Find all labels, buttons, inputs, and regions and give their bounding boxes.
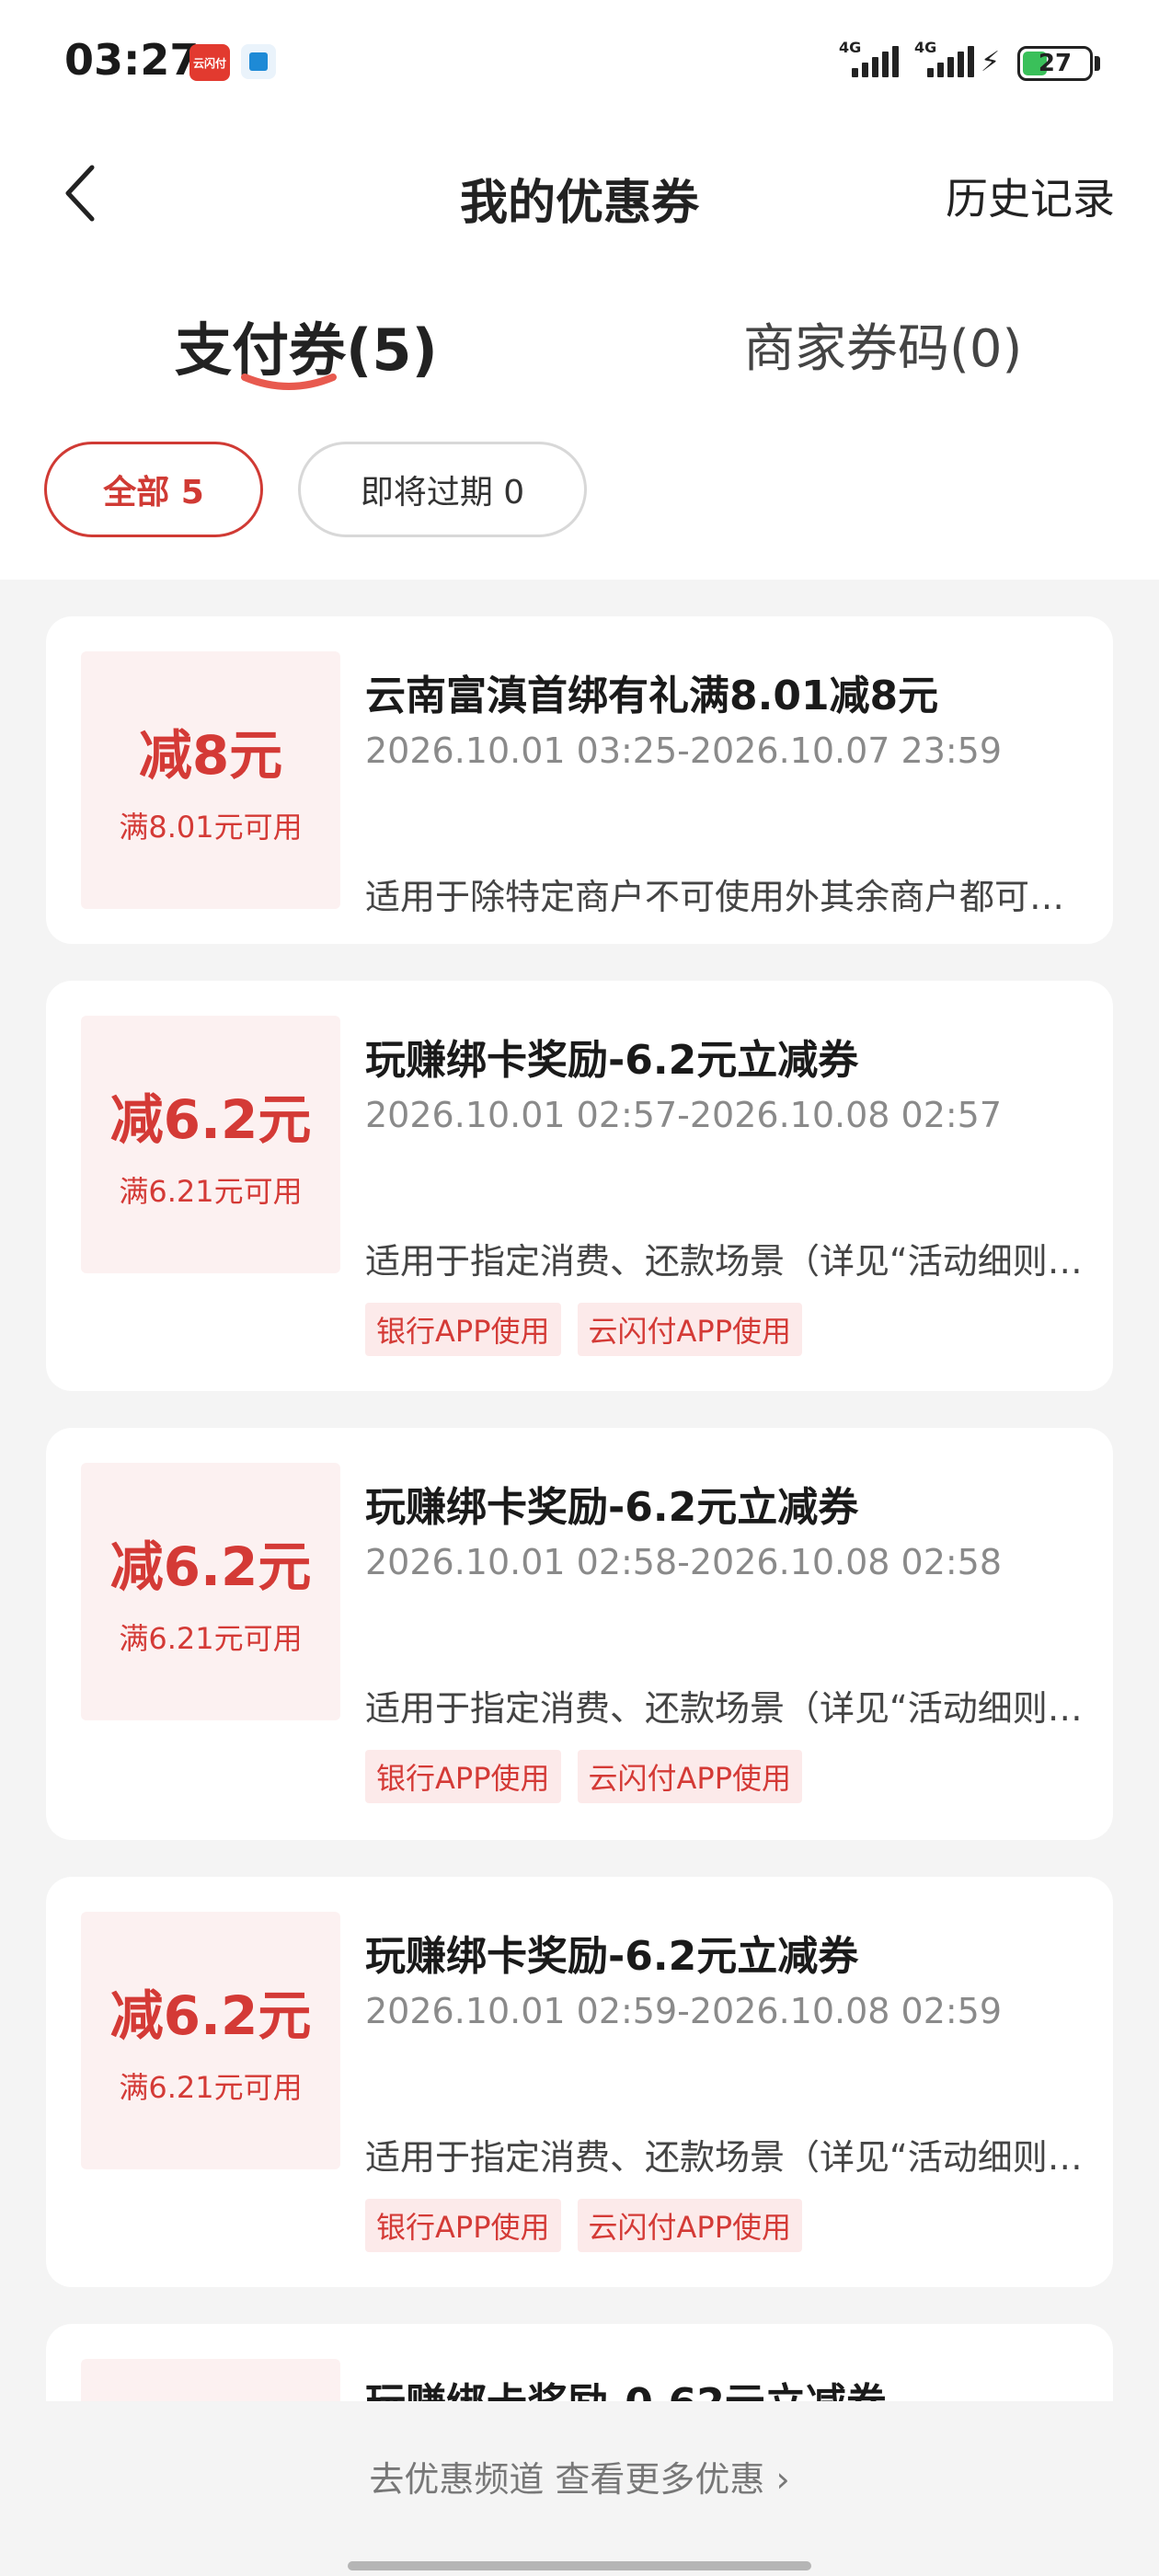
bank-app-tag: 银行APP使用 bbox=[365, 1303, 561, 1356]
coupon-amount: 减8元 bbox=[138, 724, 283, 787]
coupon-title: 玩赚绑卡奖励-6.2元立减券 bbox=[365, 1484, 859, 1531]
active-tab-indicator bbox=[241, 374, 337, 390]
coupon-card[interactable]: 减6.2元 满6.21元可用 玩赚绑卡奖励-6.2元立减券 2026.10.01… bbox=[46, 1428, 1113, 1840]
notification-app-icon bbox=[241, 44, 276, 79]
coupon-description: 适用于指定消费、还款场景（详见“活动细则”） bbox=[365, 2137, 1092, 2178]
coupon-card[interactable]: 减6.2元 满6.21元可用 玩赚绑卡奖励-6.2元立减券 2026.10.01… bbox=[46, 1877, 1113, 2287]
history-button[interactable]: 历史记录 bbox=[946, 166, 1115, 226]
more-offers-link[interactable]: 去优惠频道 查看更多优惠 › bbox=[0, 2451, 1159, 2501]
network-type-label: 4G bbox=[839, 39, 862, 56]
coupon-amount: 减6.2元 bbox=[109, 1984, 312, 2047]
coupon-title: 玩赚绑卡奖励-6.2元立减券 bbox=[365, 1933, 859, 1980]
coupon-amount: 减6.2元 bbox=[109, 1535, 312, 1598]
network-type-label: 4G bbox=[914, 39, 937, 56]
coupon-title: 玩赚绑卡奖励-6.2元立减券 bbox=[365, 1037, 859, 1084]
coupon-validity: 2026.10.01 02:58-2026.10.08 02:58 bbox=[365, 1542, 1003, 1582]
status-bar: 03:27 云闪付 4G 4G ⚡ 27 bbox=[0, 0, 1159, 120]
bank-app-tag: 银行APP使用 bbox=[365, 2199, 561, 2252]
unionpay-app-tag: 云闪付APP使用 bbox=[577, 2199, 802, 2252]
tab-merchant-codes[interactable]: 商家券码(0) bbox=[743, 307, 1022, 382]
home-indicator[interactable] bbox=[348, 2561, 811, 2570]
coupon-amount-box: 减8元 满8.01元可用 bbox=[81, 651, 340, 909]
filter-all-chip[interactable]: 全部 5 bbox=[44, 442, 263, 537]
coupon-description: 适用于指定消费、还款场景（详见“活动细则”） bbox=[365, 1241, 1092, 1282]
coupon-condition: 满6.21元可用 bbox=[119, 2070, 303, 2105]
status-time: 03:27 bbox=[64, 35, 200, 85]
coupon-card[interactable]: 减6.2元 满6.21元可用 玩赚绑卡奖励-6.2元立减券 2026.10.01… bbox=[46, 981, 1113, 1391]
coupon-amount: 减6.2元 bbox=[109, 1088, 312, 1151]
coupon-description: 适用于除特定商户不可使用外其余商户都可使用 bbox=[365, 877, 1092, 917]
coupon-tags: 银行APP使用 云闪付APP使用 bbox=[365, 1750, 802, 1803]
coupon-condition: 满6.21元可用 bbox=[119, 1174, 303, 1209]
battery-tip bbox=[1095, 56, 1100, 71]
signal-strength-icon: 4G bbox=[914, 39, 974, 77]
coupon-condition: 满8.01元可用 bbox=[119, 810, 303, 845]
coupon-title: 云南富滇首绑有礼满8.01减8元 bbox=[365, 673, 939, 719]
wifi-off-icon: ⚡ bbox=[981, 46, 1001, 78]
coupon-validity: 2026.10.01 02:57-2026.10.08 02:57 bbox=[365, 1095, 1003, 1135]
coupon-description: 适用于指定消费、还款场景（详见“活动细则”） bbox=[365, 1688, 1092, 1729]
coupon-card[interactable]: 减8元 满8.01元可用 云南富滇首绑有礼满8.01减8元 2026.10.01… bbox=[46, 616, 1113, 944]
coupon-amount-box: 减6.2元 满6.21元可用 bbox=[81, 1912, 340, 2169]
coupon-condition: 满6.21元可用 bbox=[119, 1621, 303, 1656]
coupon-amount-box: 减6.2元 满6.21元可用 bbox=[81, 1016, 340, 1273]
coupon-validity: 2026.10.01 03:25-2026.10.07 23:59 bbox=[365, 730, 1003, 771]
coupon-amount-box: 减6.2元 满6.21元可用 bbox=[81, 1463, 340, 1720]
bank-app-tag: 银行APP使用 bbox=[365, 1750, 561, 1803]
filter-expiring-chip[interactable]: 即将过期 0 bbox=[298, 442, 587, 537]
battery-icon: 27 bbox=[1017, 46, 1093, 81]
unionpay-app-icon: 云闪付 bbox=[189, 44, 230, 81]
signal-strength-icon: 4G bbox=[839, 39, 899, 77]
coupon-tags: 银行APP使用 云闪付APP使用 bbox=[365, 2199, 802, 2252]
battery-percent: 27 bbox=[1038, 50, 1073, 77]
coupon-validity: 2026.10.01 02:59-2026.10.08 02:59 bbox=[365, 1991, 1003, 2031]
unionpay-app-tag: 云闪付APP使用 bbox=[577, 1750, 802, 1803]
coupon-tags: 银行APP使用 云闪付APP使用 bbox=[365, 1303, 802, 1356]
unionpay-app-tag: 云闪付APP使用 bbox=[577, 1303, 802, 1356]
